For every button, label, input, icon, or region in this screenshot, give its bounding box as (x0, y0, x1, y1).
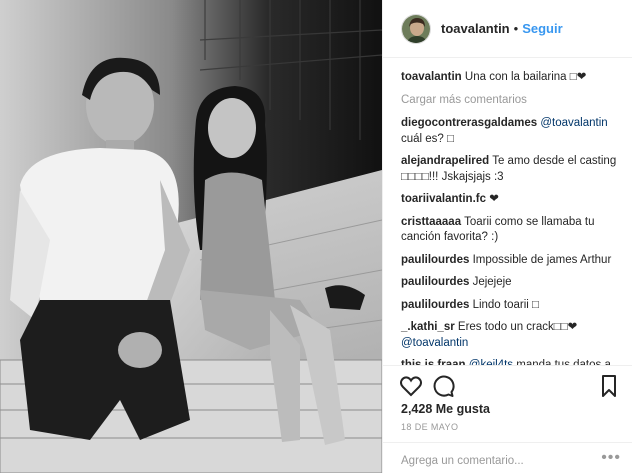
action-icons-row (399, 374, 623, 404)
comment-text-after: cuál es? □ (401, 132, 454, 145)
comment-mention[interactable]: @toavalantin (401, 337, 468, 349)
comment-username[interactable]: toavalantin (401, 71, 462, 83)
post-actions: 2,428 Me gusta 18 DE MAYO ••• (383, 365, 632, 473)
comment-username[interactable]: toariivalantin.fc (401, 193, 486, 205)
comment-username[interactable]: paulilourdes (401, 299, 469, 311)
comment-item: _.kathi_sr Eres todo un crack□□❤ @toaval… (401, 320, 621, 351)
comments-list[interactable]: toavalantin Una con la bailarina □❤ Carg… (383, 58, 632, 365)
comment-text: ❤ (486, 193, 499, 205)
comment-text: Jejejeje (469, 276, 512, 288)
likes-count[interactable]: 2,428 Me gusta (401, 402, 490, 416)
post-image (0, 0, 382, 473)
post-header: toavalantin • Seguir (383, 0, 632, 58)
more-options-icon[interactable]: ••• (601, 449, 621, 467)
comment-username[interactable]: paulilourdes (401, 254, 469, 266)
comment-username[interactable]: paulilourdes (401, 276, 469, 288)
comment-item: paulilourdes Impossible de james Arthur (401, 253, 621, 269)
comment-icon[interactable] (431, 374, 457, 400)
separator-dot: • (513, 21, 519, 36)
caption: toavalantin Una con la bailarina □❤ (401, 70, 621, 86)
comment-username[interactable]: _.kathi_sr (401, 321, 455, 333)
comment-text: Impossible de james Arthur (469, 253, 612, 266)
comment-item: cristtaaaaa Toarii como se llamaba tu ca… (401, 215, 621, 246)
post-photo[interactable] (0, 0, 382, 473)
comment-item: paulilourdes Jejejeje (401, 275, 621, 291)
comment-username[interactable]: diegocontrerasgaldames (401, 117, 537, 129)
comment-input[interactable] (401, 455, 586, 467)
comment-item: diegocontrerasgaldames @toavalantin cuál… (401, 116, 621, 147)
heart-icon[interactable] (399, 374, 425, 400)
post-date: 18 DE MAYO (401, 422, 459, 432)
comment-text: Eres todo un crack□□❤ (454, 321, 578, 333)
avatar-image (402, 14, 430, 43)
comment-item: this.is.fraan @keil4ts manda tus datos a… (401, 358, 621, 365)
comment-username[interactable]: cristtaaaaa (401, 216, 461, 228)
load-more-comments-link[interactable]: Cargar más comentarios (401, 93, 621, 109)
comment-username[interactable]: alejandrapelired (401, 155, 489, 167)
bookmark-icon[interactable] (597, 374, 623, 400)
comment-text: Una con la bailarina □❤ (464, 71, 587, 83)
comment-item: toariivalantin.fc ❤ (401, 192, 621, 208)
follow-button[interactable]: Seguir (522, 21, 562, 36)
post-side-panel: toavalantin • Seguir toavalantin Una con… (382, 0, 632, 473)
post-author-username[interactable]: toavalantin (441, 21, 510, 36)
add-comment-bar: ••• (383, 442, 632, 473)
comment-item: alejandrapelired Te amo desde el casting… (401, 154, 621, 185)
comment-mention[interactable]: @toavalantin (540, 117, 607, 129)
avatar[interactable] (401, 13, 431, 44)
comment-text: Lindo toarii □ (469, 298, 539, 311)
comment-item: paulilourdes Lindo toarii □ (401, 298, 621, 314)
